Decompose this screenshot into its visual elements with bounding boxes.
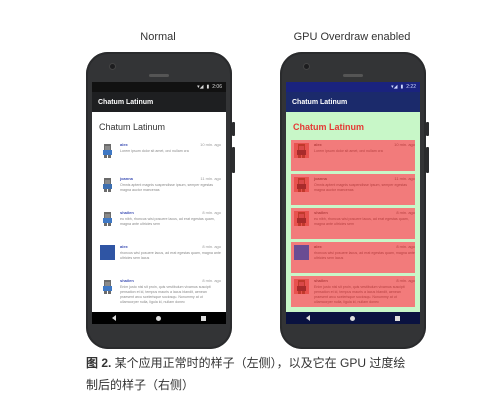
message-item[interactable]: alex 8 min. ago rhoncus wisi posuere lac… xyxy=(97,242,221,273)
message-item[interactable]: shailen 8 min. ago Enim justo nisl sit p… xyxy=(97,276,221,307)
app-bar-title: Chatum Latinum xyxy=(286,92,420,112)
message-text: eu nibh, rhoncus wisi posuere lacus, ad … xyxy=(314,217,409,226)
avatar xyxy=(294,245,309,260)
message-time: 11 min. ago xyxy=(200,176,221,181)
chat-card: Chatum Latinum alex 10 min. ago Lorem ip… xyxy=(291,118,415,318)
message-author: joanna xyxy=(314,176,327,181)
status-bar: ▾◢ ▮ 2:06 xyxy=(92,82,226,92)
avatar xyxy=(100,211,115,226)
chat-card: Chatum Latinum alex 10 min. ago Lorem ip… xyxy=(97,118,221,318)
message-author: alex xyxy=(120,142,128,147)
message-time: 10 min. ago xyxy=(394,142,415,147)
message-item[interactable]: alex 10 min. ago Lorem ipsum dolor sit a… xyxy=(291,140,415,171)
signal-icon: ▾◢ xyxy=(197,84,204,90)
phone-normal: ▾◢ ▮ 2:06 Chatum Latinum Chatum Latinum … xyxy=(86,52,235,349)
avatar xyxy=(100,177,115,192)
volume-button xyxy=(232,147,235,173)
phone-screen: ▾◢ ▮ 2:06 Chatum Latinum Chatum Latinum … xyxy=(92,82,226,324)
caption-text: 某个应用正常时的样子（左侧），以及它在 GPU 过度绘制后的样子（右侧） xyxy=(86,356,406,392)
avatar xyxy=(294,279,309,294)
back-icon[interactable] xyxy=(112,315,116,321)
power-button xyxy=(426,122,429,136)
message-time: 8 min. ago xyxy=(202,210,221,215)
message-time: 8 min. ago xyxy=(396,278,415,283)
message-author: shailen xyxy=(314,210,328,215)
message-time: 8 min. ago xyxy=(202,244,221,249)
message-time: 11 min. ago xyxy=(394,176,415,181)
message-time: 8 min. ago xyxy=(396,244,415,249)
message-text: Enim justo nisl sit proin, quis vestibul… xyxy=(314,285,405,304)
message-item[interactable]: shailen 8 min. ago eu nibh, rhoncus wisi… xyxy=(291,208,415,239)
message-author: alex xyxy=(120,244,128,249)
message-author: shailen xyxy=(314,278,328,283)
message-author: alex xyxy=(314,142,322,147)
message-time: 8 min. ago xyxy=(202,278,221,283)
power-button xyxy=(232,122,235,136)
caption-label: 图 2. xyxy=(86,356,112,370)
message-text: eu nibh, rhoncus wisi posuere lacus, ad … xyxy=(120,217,215,226)
status-time: 2:06 xyxy=(212,84,222,90)
nav-bar xyxy=(286,312,420,324)
speaker-grille xyxy=(343,74,363,77)
volume-button xyxy=(426,147,429,173)
card-title: Chatum Latinum xyxy=(99,122,166,132)
message-item[interactable]: shailen 8 min. ago Enim justo nisl sit p… xyxy=(291,276,415,307)
message-item[interactable]: joanna 11 min. ago Omnis aptent magnis s… xyxy=(97,174,221,205)
message-item[interactable]: alex 8 min. ago rhoncus wisi posuere lac… xyxy=(291,242,415,273)
nav-bar xyxy=(92,312,226,324)
battery-icon: ▮ xyxy=(400,84,404,90)
message-author: shailen xyxy=(120,278,134,283)
recents-icon[interactable] xyxy=(201,315,206,321)
avatar xyxy=(294,143,309,158)
home-icon[interactable] xyxy=(156,315,161,321)
message-text: rhoncus wisi posuere lacus, ad erat eges… xyxy=(120,251,221,260)
panel-label-normal: Normal xyxy=(140,31,176,43)
phone-overdraw: ▾◢ ▮ 2:22 Chatum Latinum Chatum Latinum … xyxy=(280,52,429,349)
message-text: Lorem ipsum dolor sit amet, orci nullam … xyxy=(120,149,189,153)
status-bar: ▾◢ ▮ 2:22 xyxy=(286,82,420,92)
message-time: 10 min. ago xyxy=(200,142,221,147)
message-item[interactable]: joanna 11 min. ago Omnis aptent magnis s… xyxy=(291,174,415,205)
message-author: alex xyxy=(314,244,322,249)
figure-caption: 图 2. 某个应用正常时的样子（左侧），以及它在 GPU 过度绘制后的样子（右侧… xyxy=(86,352,416,396)
back-icon[interactable] xyxy=(306,315,310,321)
front-camera xyxy=(110,64,115,69)
panel-label-overdraw: GPU Overdraw enabled xyxy=(293,31,411,43)
message-item[interactable]: alex 10 min. ago Lorem ipsum dolor sit a… xyxy=(97,140,221,171)
avatar xyxy=(294,211,309,226)
avatar xyxy=(100,279,115,294)
message-text: Omnis aptent magnis suspendisse ipsum, s… xyxy=(120,183,214,192)
recents-icon[interactable] xyxy=(395,315,400,321)
message-text: Omnis aptent magnis suspendisse ipsum, s… xyxy=(314,183,408,192)
card-title: Chatum Latinum xyxy=(293,122,364,132)
message-text: Lorem ipsum dolor sit amet, orci nullam … xyxy=(314,149,383,153)
home-icon[interactable] xyxy=(350,315,355,321)
avatar xyxy=(100,143,115,158)
signal-icon: ▾◢ xyxy=(391,84,398,90)
app-bar-title: Chatum Latinum xyxy=(92,92,226,112)
message-author: shailen xyxy=(120,210,134,215)
front-camera xyxy=(304,64,309,69)
message-time: 8 min. ago xyxy=(396,210,415,215)
message-author: joanna xyxy=(120,176,133,181)
message-text: Enim justo nisl sit proin, quis vestibul… xyxy=(120,285,211,304)
message-item[interactable]: shailen 8 min. ago eu nibh, rhoncus wisi… xyxy=(97,208,221,239)
message-text: rhoncus wisi posuere lacus, ad erat eges… xyxy=(314,251,415,260)
battery-icon: ▮ xyxy=(206,84,210,90)
phone-screen: ▾◢ ▮ 2:22 Chatum Latinum Chatum Latinum … xyxy=(286,82,420,324)
avatar xyxy=(294,177,309,192)
avatar xyxy=(100,245,115,260)
speaker-grille xyxy=(149,74,169,77)
status-time: 2:22 xyxy=(406,84,416,90)
